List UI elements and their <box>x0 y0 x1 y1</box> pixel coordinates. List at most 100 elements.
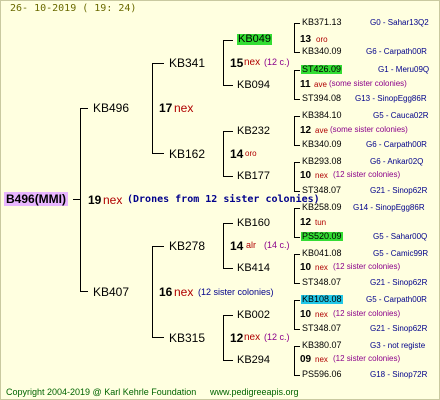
gen4-info: G3 - not registe <box>370 341 426 350</box>
connector <box>294 329 300 330</box>
gen4-info: G6 - Carpath00R <box>366 47 427 56</box>
gen4-info: G14 - SinopEgg86R <box>353 203 425 212</box>
gen3-origin: tun <box>315 218 327 227</box>
root-drones-note: (Drones from 12 sister colonies) <box>127 194 320 205</box>
gen4-queen[interactable]: KB258.09 <box>302 203 342 212</box>
gen3-queen-kb414[interactable]: KB414 <box>237 263 270 274</box>
gen4-queen[interactable]: KB340.09 <box>302 140 342 149</box>
gen3-queen-kb294[interactable]: KB294 <box>237 355 270 366</box>
gen3-count: 11 <box>300 79 311 90</box>
gen1-queen-kb496[interactable]: KB496 <box>93 102 129 114</box>
gen2-count: 14 <box>230 147 244 161</box>
gen3-origin: oro <box>316 35 328 44</box>
gen3-queen-kb232[interactable]: KB232 <box>237 126 270 137</box>
gen2-count: 15 <box>230 56 244 70</box>
gen4-info: G0 - Sahar13Q2 <box>370 18 429 27</box>
connector <box>152 246 164 247</box>
connector <box>294 346 300 347</box>
gen3-count: 10 <box>300 170 312 181</box>
connector <box>223 223 224 269</box>
gen2-queen-kb341[interactable]: KB341 <box>169 57 205 69</box>
gen4-info: G21 - Sinop62R <box>370 324 428 333</box>
connector <box>294 116 300 117</box>
timestamp: 26- 10-2019 ( 19: 24) <box>10 3 137 14</box>
connector <box>294 283 300 284</box>
gen4-info: G5 - Camic99R <box>373 249 429 258</box>
gen4-queen[interactable]: ST426.09 <box>301 65 343 74</box>
gen3-queen-kb160[interactable]: KB160 <box>237 218 270 229</box>
connector <box>80 108 81 292</box>
connector <box>294 237 300 238</box>
gen4-queen[interactable]: KB371.13 <box>302 18 342 27</box>
gen4-queen[interactable]: ST394.08 <box>302 94 341 103</box>
copyright-text: Copyright 2004-2019 @ Karl Kehrle Founda… <box>6 387 197 397</box>
connector <box>294 52 300 53</box>
gen3-note: (some sister colonies) <box>330 125 408 134</box>
connector <box>152 63 164 64</box>
connector <box>294 254 300 255</box>
gen3-note: (12 sister colonies) <box>333 170 401 179</box>
gen4-info: G21 - Sinop62R <box>370 278 428 287</box>
gen2-queen-kb278[interactable]: KB278 <box>169 240 205 252</box>
connector <box>294 254 295 284</box>
gen3-queen-kb002[interactable]: KB002 <box>237 310 270 321</box>
gen2-queen-kb162[interactable]: KB162 <box>169 148 205 160</box>
gen4-queen[interactable]: ST348.07 <box>302 324 341 333</box>
root-queen[interactable]: B496(MMI) <box>4 192 69 206</box>
connector <box>223 223 233 224</box>
gen4-queen[interactable]: KB380.07 <box>302 341 342 350</box>
gen3-origin: nex <box>315 355 328 364</box>
connector <box>294 70 295 100</box>
gen2-origin: nex <box>244 57 261 68</box>
gen4-queen[interactable]: PS520.09 <box>301 232 343 241</box>
gen1-origin: nex <box>174 101 194 115</box>
connector <box>223 40 224 86</box>
connector <box>294 375 300 376</box>
connector <box>223 315 233 316</box>
gen4-queen[interactable]: PS596.06 <box>302 370 342 379</box>
gen3-origin: ave <box>315 126 328 135</box>
gen4-info: G6 - Ankar02Q <box>370 157 424 166</box>
gen1-note: (12 sister colonies) <box>198 287 274 297</box>
gen1-origin: nex <box>174 285 194 299</box>
gen2-note: (12 c.) <box>264 332 290 342</box>
root-origin: nex <box>103 193 123 207</box>
gen3-count: 10 <box>300 262 312 273</box>
gen4-queen[interactable]: KB293.08 <box>302 157 342 166</box>
connector <box>152 246 153 338</box>
gen3-note: (12 sister colonies) <box>333 262 401 271</box>
gen3-note: (12 sister colonies) <box>333 309 401 318</box>
gen1-queen-kb407[interactable]: KB407 <box>93 286 129 298</box>
gen2-note: (12 c.) <box>264 57 290 67</box>
gen3-queen-kb049[interactable]: KB049 <box>237 34 273 45</box>
gen3-count: 09 <box>300 354 312 365</box>
gen2-queen-kb315[interactable]: KB315 <box>169 332 205 344</box>
gen2-origin: alr <box>246 240 257 250</box>
gen4-info: G21 - Sinop62R <box>370 186 428 195</box>
gen4-queen[interactable]: KB340.09 <box>302 47 342 56</box>
connector <box>294 208 300 209</box>
connector <box>294 162 295 192</box>
gen4-info: G18 - Sinop72R <box>370 370 428 379</box>
gen3-origin: nex <box>315 263 328 272</box>
connector <box>223 315 224 361</box>
gen4-queen[interactable]: ST348.07 <box>302 278 341 287</box>
connector <box>223 360 233 361</box>
connector <box>294 346 295 376</box>
connector <box>223 176 233 177</box>
gen4-queen[interactable]: KB108.08 <box>301 295 343 304</box>
gen3-queen-kb094[interactable]: KB094 <box>237 80 270 91</box>
gen3-count: 12 <box>300 125 312 136</box>
gen4-queen[interactable]: ST348.07 <box>302 186 341 195</box>
gen4-info: G5 - Sahar00Q <box>373 232 428 241</box>
gen4-queen[interactable]: KB384.10 <box>302 111 342 120</box>
connector <box>223 131 233 132</box>
gen3-queen-kb177[interactable]: KB177 <box>237 171 270 182</box>
gen4-queen[interactable]: KB041.08 <box>302 249 342 258</box>
gen2-note: (14 c.) <box>264 240 290 250</box>
connector <box>152 153 164 154</box>
gen3-count: 12 <box>300 217 312 228</box>
website-link[interactable]: www.pedigreeapis.org <box>210 388 299 397</box>
gen1-count: 16 <box>159 285 173 299</box>
gen3-origin: nex <box>315 171 328 180</box>
